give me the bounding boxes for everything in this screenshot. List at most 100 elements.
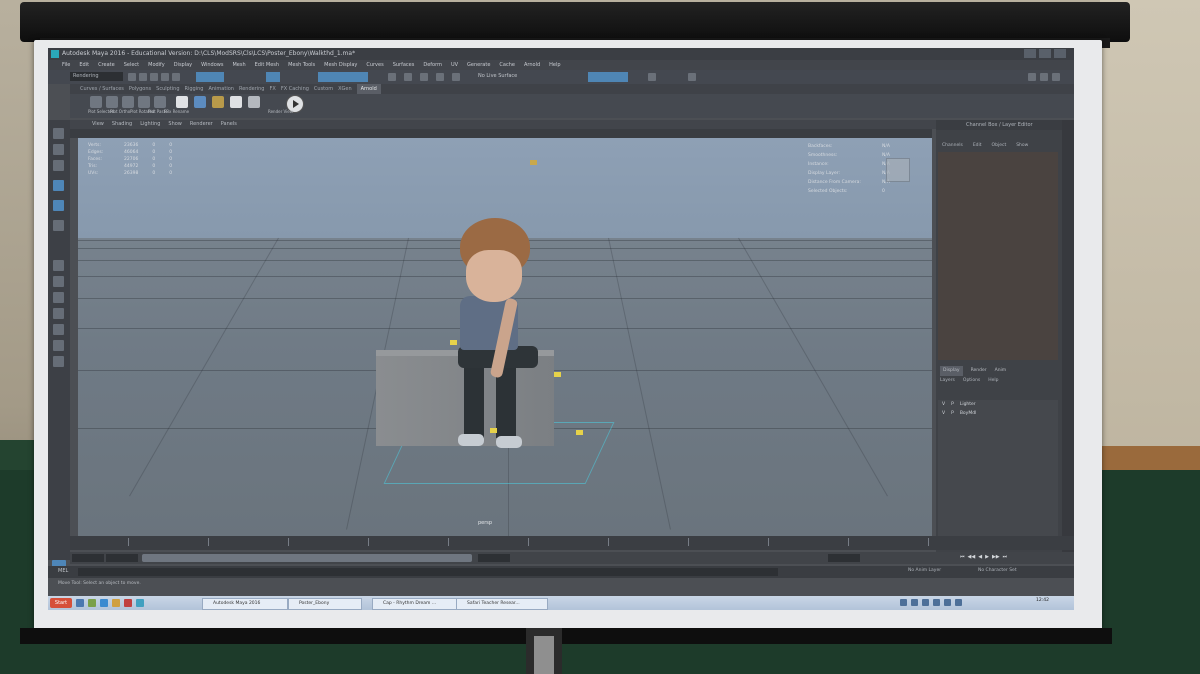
shelf-tab-fx-caching[interactable]: FX Caching xyxy=(281,84,309,94)
command-input[interactable] xyxy=(78,568,778,576)
shelf-tab-animation[interactable]: Animation xyxy=(208,84,234,94)
workspace-toggles[interactable] xyxy=(588,72,628,82)
shelf-tab-rigging[interactable]: Rigging xyxy=(185,84,204,94)
menu-deform[interactable]: Deform xyxy=(423,60,442,70)
single-perspective-icon[interactable] xyxy=(53,260,64,271)
layer-row[interactable]: V P BoyMdl xyxy=(938,409,1058,418)
playback-end-field[interactable] xyxy=(478,554,510,562)
fbx-rename-icon[interactable] xyxy=(154,96,166,108)
menu-set-dropdown[interactable]: Rendering xyxy=(70,72,123,81)
snap-toolbar[interactable] xyxy=(318,72,368,82)
layout-icon-6[interactable] xyxy=(53,340,64,351)
toggle-panel-icon-1[interactable] xyxy=(1028,73,1036,81)
four-view-icon[interactable] xyxy=(53,276,64,287)
select-tool-icon[interactable] xyxy=(53,128,64,139)
selection-mode-icons[interactable] xyxy=(196,72,224,82)
minimize-button[interactable] xyxy=(1024,49,1036,58)
new-scene-icon[interactable] xyxy=(128,73,136,81)
plot-selected-icon[interactable] xyxy=(90,96,102,108)
input-line-icon[interactable] xyxy=(688,73,696,81)
render-frame-icon[interactable] xyxy=(404,73,412,81)
menu-edit[interactable]: Edit xyxy=(79,60,89,70)
view-cube[interactable] xyxy=(886,158,910,182)
layer-menu-options[interactable]: Options xyxy=(963,376,980,385)
menu-cache[interactable]: Cache xyxy=(499,60,515,70)
go-to-end-icon[interactable]: ⏭ xyxy=(1003,554,1008,560)
shelf-tab-sculpting[interactable]: Sculpting xyxy=(156,84,179,94)
panel-menu-shading[interactable]: Shading xyxy=(112,120,132,129)
layer-tab-anim[interactable]: Anim xyxy=(995,366,1007,376)
taskbar-task[interactable]: Poster_Ebony xyxy=(288,598,362,610)
camera-icon[interactable] xyxy=(230,96,242,108)
menu-create[interactable]: Create xyxy=(98,60,115,70)
rotate-tool-icon[interactable] xyxy=(53,200,64,211)
layer-playback-toggle[interactable]: P xyxy=(951,400,954,409)
attribute-editor-side-tab[interactable] xyxy=(1062,120,1074,560)
toggle-panel-icon-2[interactable] xyxy=(1040,73,1048,81)
right-foot-control[interactable] xyxy=(576,430,583,435)
render-settings-icon[interactable] xyxy=(436,73,444,81)
step-forward-icon[interactable]: ▶▶ xyxy=(992,554,1000,560)
left-foot-control[interactable] xyxy=(490,428,497,433)
sign-in-icon[interactable] xyxy=(648,73,656,81)
menu-mesh-display[interactable]: Mesh Display xyxy=(324,60,357,70)
shelf-tab-arnold[interactable]: Arnold xyxy=(356,84,381,94)
menu-arnold[interactable]: Arnold xyxy=(524,60,540,70)
panel-menu-renderer[interactable]: Renderer xyxy=(190,120,213,129)
live-surface-label[interactable]: No Live Surface xyxy=(478,73,517,79)
range-start-field[interactable] xyxy=(72,554,104,562)
menu-display[interactable]: Display xyxy=(174,60,192,70)
shelf-tab-fx[interactable]: FX xyxy=(270,84,276,94)
light-icon[interactable] xyxy=(248,96,260,108)
hand-control[interactable] xyxy=(554,372,561,377)
play-forward-icon[interactable]: ▶ xyxy=(985,554,989,560)
head-control[interactable] xyxy=(530,160,537,165)
scale-tool-icon[interactable] xyxy=(53,220,64,231)
plot-ortho-icon[interactable] xyxy=(106,96,118,108)
taskbar-task[interactable]: Safari Teacher Resear... xyxy=(456,598,548,610)
layer-playback-toggle[interactable]: P xyxy=(951,409,954,418)
taskbar-task[interactable]: Cap - Rhythm Dream ... xyxy=(372,598,458,610)
layer-visibility-toggle[interactable]: V xyxy=(942,409,945,418)
range-slider-handle[interactable] xyxy=(142,554,472,562)
menu-help[interactable]: Help xyxy=(549,60,560,70)
panel-menu-view[interactable]: View xyxy=(92,120,104,129)
menu-generate[interactable]: Generate xyxy=(467,60,490,70)
image-icon[interactable] xyxy=(194,96,206,108)
quicklaunch-icon[interactable] xyxy=(124,599,132,607)
shelf-tab-custom[interactable]: Custom xyxy=(314,84,333,94)
layer-menu-help[interactable]: Help xyxy=(988,376,998,385)
panel-menu-show[interactable]: Show xyxy=(168,120,182,129)
cb-menu-show[interactable]: Show xyxy=(1016,142,1028,150)
layer-visibility-toggle[interactable]: V xyxy=(942,400,945,409)
quicklaunch-icon[interactable] xyxy=(100,599,108,607)
mel-label[interactable]: MEL xyxy=(58,568,68,574)
tray-icon[interactable] xyxy=(911,599,918,606)
maximize-button[interactable] xyxy=(1039,49,1051,58)
layer-menu-layers[interactable]: Layers xyxy=(940,376,955,385)
taskbar-task[interactable]: Autodesk Maya 2016 xyxy=(202,598,288,610)
open-scene-icon[interactable] xyxy=(139,73,147,81)
network-icon[interactable] xyxy=(955,599,962,606)
quicklaunch-icon[interactable] xyxy=(136,599,144,607)
layer-row[interactable]: V P Lighter xyxy=(938,400,1058,409)
quicklaunch-icon[interactable] xyxy=(76,599,84,607)
ipr-render-icon[interactable] xyxy=(420,73,428,81)
layer-tab-display[interactable]: Display xyxy=(940,366,963,376)
menu-windows[interactable]: Windows xyxy=(201,60,223,70)
shelf-tab-xgen[interactable]: XGen xyxy=(338,84,352,94)
channel-box-body[interactable] xyxy=(938,152,1058,360)
menu-uv[interactable]: UV xyxy=(451,60,458,70)
play-back-icon[interactable]: ◀ xyxy=(978,554,982,560)
menu-mesh[interactable]: Mesh xyxy=(232,60,245,70)
quicklaunch-icon[interactable] xyxy=(88,599,96,607)
menu-mesh-tools[interactable]: Mesh Tools xyxy=(288,60,315,70)
start-button[interactable]: Start xyxy=(50,598,72,608)
range-end-field[interactable] xyxy=(828,554,860,562)
hip-control[interactable] xyxy=(450,340,457,345)
close-button[interactable] xyxy=(1054,49,1066,58)
toggle-panel-icon-3[interactable] xyxy=(1052,73,1060,81)
menu-edit-mesh[interactable]: Edit Mesh xyxy=(255,60,279,70)
layer-tab-render[interactable]: Render xyxy=(971,366,987,376)
lasso-tool-icon[interactable] xyxy=(53,144,64,155)
